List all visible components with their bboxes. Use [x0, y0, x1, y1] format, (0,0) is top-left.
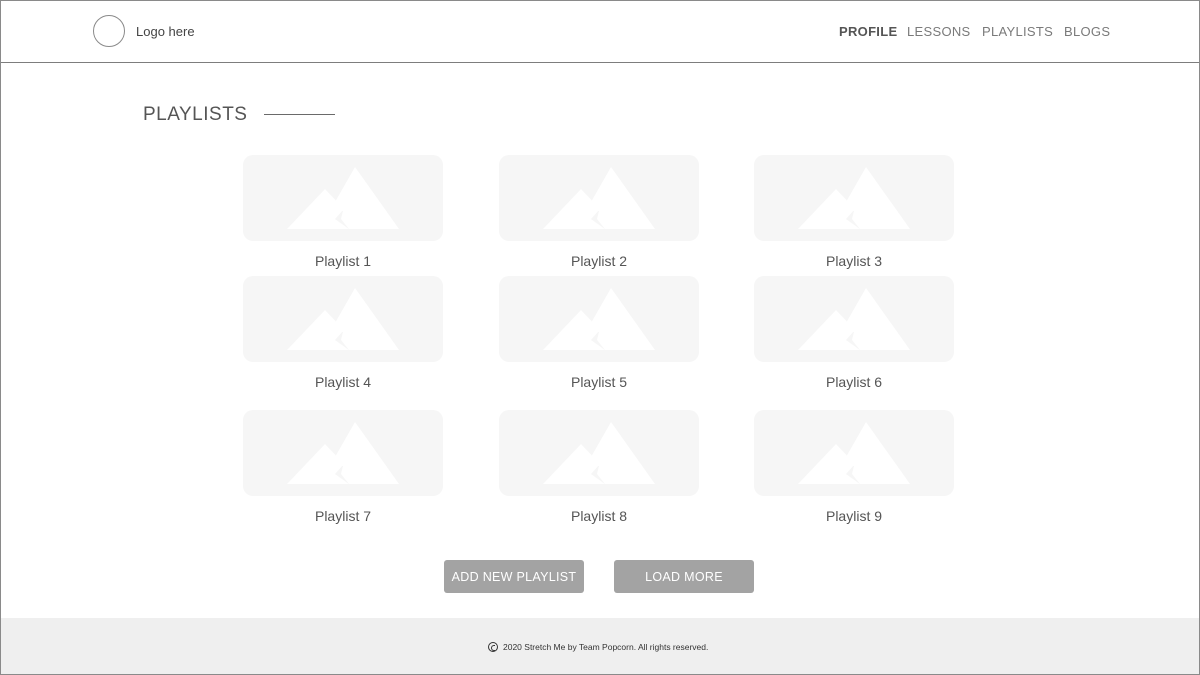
logo-text[interactable]: Logo here — [136, 24, 195, 39]
playlist-thumbnail[interactable] — [499, 155, 699, 241]
image-placeholder-icon — [287, 422, 399, 484]
playlist-thumbnail[interactable] — [243, 155, 443, 241]
image-placeholder-icon — [798, 167, 910, 229]
playlist-thumbnail[interactable] — [499, 276, 699, 362]
playlist-label[interactable]: Playlist 4 — [243, 374, 443, 390]
title-divider — [264, 114, 335, 115]
image-placeholder-icon — [287, 288, 399, 350]
logo-placeholder-icon[interactable] — [93, 15, 125, 47]
image-placeholder-icon — [287, 167, 399, 229]
playlist-label[interactable]: Playlist 3 — [754, 253, 954, 269]
playlist-thumbnail[interactable] — [243, 410, 443, 496]
playlist-label[interactable]: Playlist 2 — [499, 253, 699, 269]
image-placeholder-icon — [798, 288, 910, 350]
playlist-thumbnail[interactable] — [754, 410, 954, 496]
image-placeholder-icon — [543, 422, 655, 484]
copyright-icon — [488, 642, 498, 652]
playlist-thumbnail[interactable] — [243, 276, 443, 362]
playlist-label[interactable]: Playlist 7 — [243, 508, 443, 524]
playlist-label[interactable]: Playlist 8 — [499, 508, 699, 524]
top-header: Logo here PROFILE LESSONS PLAYLISTS BLOG… — [0, 0, 1200, 63]
page-title: PLAYLISTS — [143, 104, 248, 125]
nav-lessons[interactable]: LESSONS — [907, 24, 971, 39]
image-placeholder-icon — [543, 288, 655, 350]
nav-profile[interactable]: PROFILE — [839, 24, 897, 39]
add-new-playlist-button[interactable]: ADD NEW PLAYLIST — [444, 560, 584, 593]
playlist-thumbnail[interactable] — [499, 410, 699, 496]
nav-playlists[interactable]: PLAYLISTS — [982, 24, 1053, 39]
playlist-label[interactable]: Playlist 9 — [754, 508, 954, 524]
playlist-thumbnail[interactable] — [754, 155, 954, 241]
image-placeholder-icon — [543, 167, 655, 229]
footer-copyright: 2020 Stretch Me by Team Popcorn. All rig… — [503, 642, 709, 652]
playlist-label[interactable]: Playlist 5 — [499, 374, 699, 390]
image-placeholder-icon — [798, 422, 910, 484]
load-more-button[interactable]: LOAD MORE — [614, 560, 754, 593]
playlist-label[interactable]: Playlist 6 — [754, 374, 954, 390]
playlist-thumbnail[interactable] — [754, 276, 954, 362]
nav-blogs[interactable]: BLOGS — [1064, 24, 1110, 39]
playlist-label[interactable]: Playlist 1 — [243, 253, 443, 269]
